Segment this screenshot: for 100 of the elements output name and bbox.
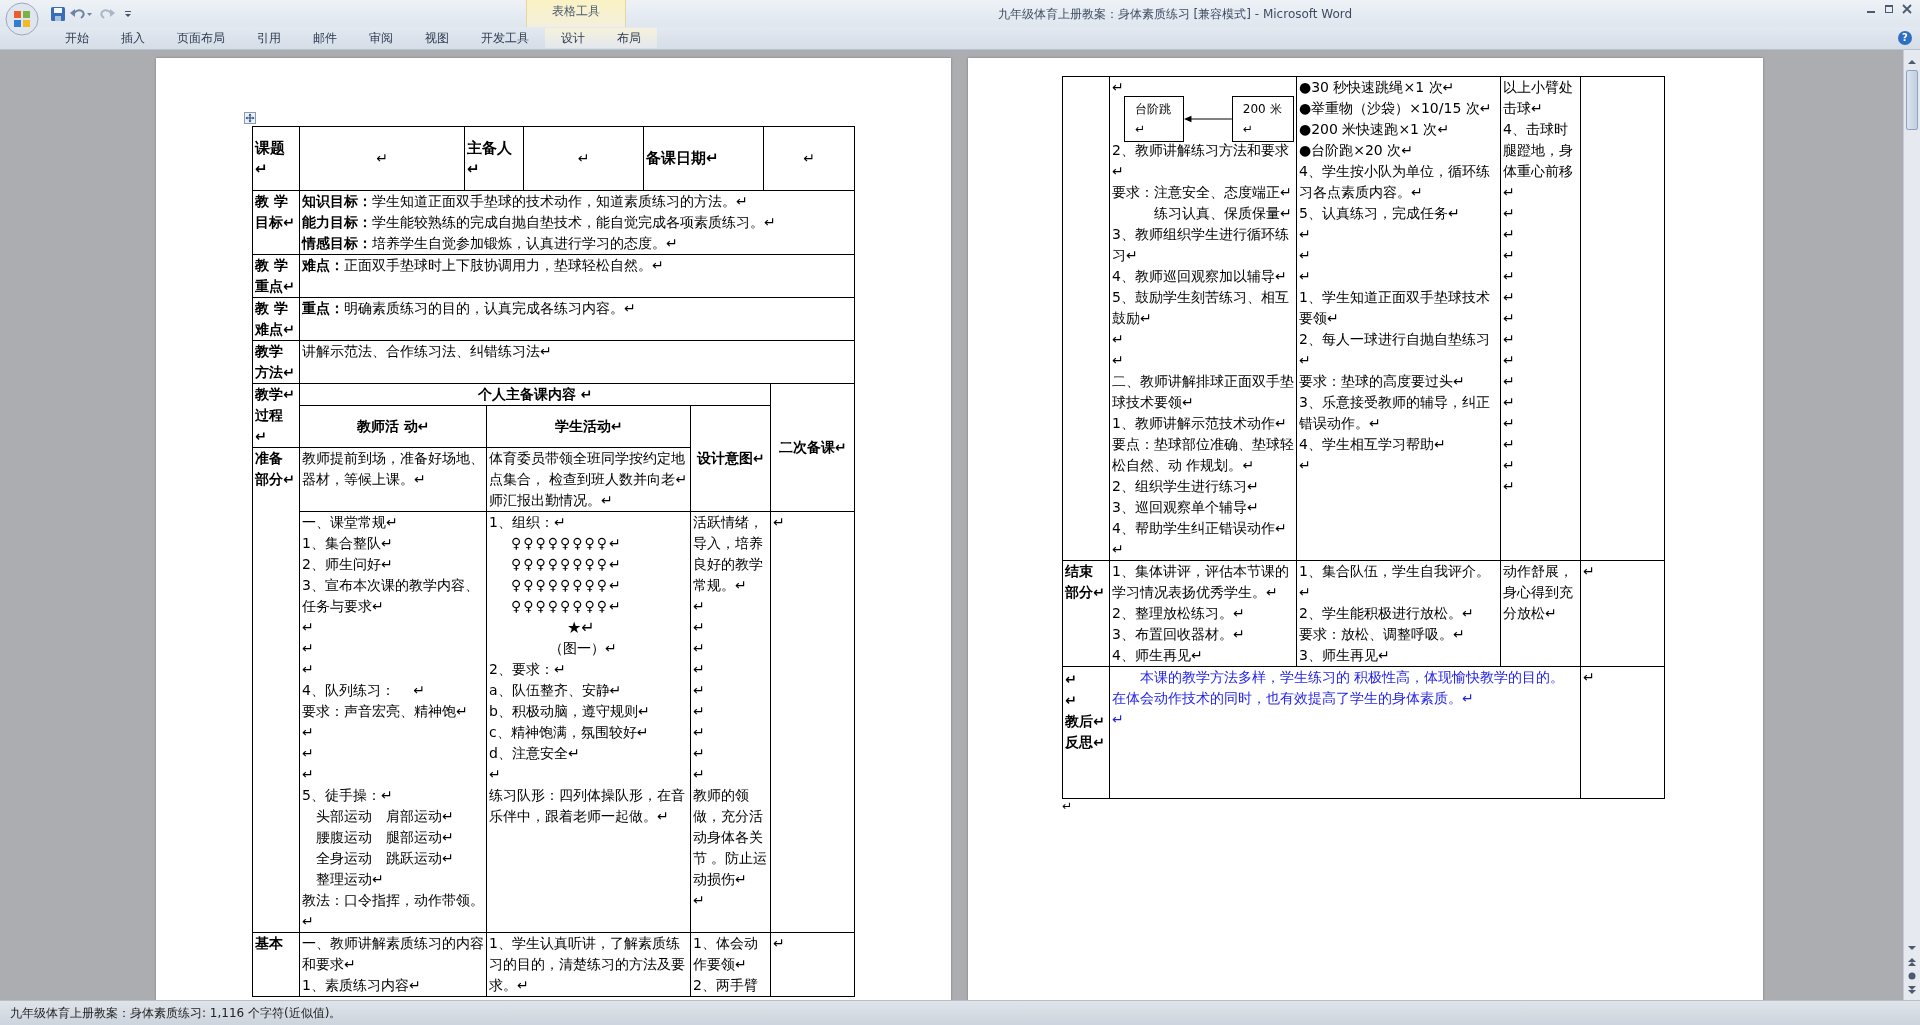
paragraph-mark: ↵ [302, 723, 315, 742]
paragraph-mark: ↵ [1503, 393, 1516, 412]
paragraph-mark: ↵ [773, 934, 786, 953]
close-icon[interactable] [1900, 3, 1914, 15]
window-title: 九年级体育上册教案：身体素质练习 [兼容模式] - Microsoft Word [996, 6, 1354, 23]
arrow-icon [1183, 114, 1232, 124]
paragraph-mark: ↵ [693, 723, 706, 742]
ribbon-tab[interactable]: 开发工具 [465, 28, 545, 48]
cell-text: 头部运动 肩部运动↵ [315, 807, 455, 826]
cell-text: 2、学生能积极进行放松。↵ [1299, 604, 1475, 623]
table-heading: 主备人↵ [467, 137, 513, 180]
cell-text: 要求：垫球的高度要过头↵ [1299, 372, 1466, 391]
paragraph-mark: ↵ [1299, 246, 1312, 265]
ribbon-tab[interactable]: 视图 [409, 28, 465, 48]
paragraph-mark: ↵ [1112, 351, 1125, 370]
cell-text: 教师提前到场，准备好场地、器材，等候上课。↵ [302, 449, 484, 489]
table-heading: 准备 [255, 449, 284, 468]
cell-text: 4、帮助学生纠正错误动作↵ [1112, 519, 1288, 538]
cell-text: 情感目标：培养学生自觉参加锻炼，认真进行学习的态度。↵ [302, 234, 679, 253]
cell-text: 体育委员带领全班同学按约定地点集合， 检查到班人数并向老↵ [489, 449, 688, 489]
scrollbar[interactable] [1903, 50, 1920, 1000]
cell-text: 4、学生相互学习帮助↵ [1299, 435, 1447, 454]
cell-text: 2、师生问好↵ [302, 555, 394, 574]
ribbon-tab[interactable]: 布局 [601, 28, 657, 48]
cell-text: 3、教师组织学生进行循环练习↵ [1112, 225, 1290, 265]
cell-text: 5、认真练习，完成任务↵ [1299, 204, 1461, 223]
table-heading: 部分↵ [255, 470, 296, 489]
paragraph-mark: ↵ [489, 765, 502, 784]
cell-text: 1、教师讲解示范技术动作↵ [1112, 414, 1288, 433]
cell-text: 一、课堂常规↵ [302, 513, 399, 532]
paragraph-mark: ↵ [255, 427, 268, 446]
maximize-icon[interactable] [1882, 3, 1896, 15]
cell-text: 1、集合队伍，学生自我评介。↵ [1299, 562, 1491, 602]
cell-text: 4、师生再见↵ [1112, 646, 1204, 665]
cell-text: d、注意安全↵ [489, 744, 581, 763]
table-heading: 教学↵ [255, 385, 296, 404]
contextual-tab-group: 表格工具 [526, 0, 626, 27]
cell-text: 4、教师巡回观察加以辅导↵ [1112, 267, 1288, 286]
cell-text: 师汇报出勤情况。↵ [489, 491, 614, 510]
paragraph-mark: ↵ [302, 618, 315, 637]
paragraph-mark: ↵ [1503, 351, 1516, 370]
cell-text: 2、组织学生进行练习↵ [1112, 477, 1260, 496]
cell-text: 整理运动↵ [315, 870, 385, 889]
paragraph-mark: ↵ [1503, 477, 1516, 496]
paragraph-mark: ↵ [693, 891, 706, 910]
cell-text: 4、队列练习： ↵ [302, 681, 427, 700]
table-heading: 目标↵ [255, 213, 296, 232]
paragraph-mark: ↵ [1503, 246, 1516, 265]
cell-text: 要点：垫球部位准确、垫球轻松自然、动 作规划。↵ [1112, 435, 1294, 475]
ribbon-tab[interactable]: 引用 [241, 28, 297, 48]
scroll-thumb[interactable] [1906, 70, 1918, 130]
cell-text: 以上小臂处击球↵ [1503, 78, 1574, 118]
paragraph-mark: ↵ [693, 660, 706, 679]
paragraph-mark: ↵ [1065, 691, 1078, 710]
cell-text: 5、徒手操：↵ [302, 786, 394, 805]
paragraph-mark: ↵ [1062, 799, 1074, 815]
cell-text: 2、要求：↵ [489, 660, 567, 679]
formation-row-text: ♀♀♀♀♀♀♀♀↵ [511, 555, 624, 574]
cell-text: 3、布置回收器材。↵ [1112, 625, 1246, 644]
cell-text: 3、巡回观察单个辅导↵ [1112, 498, 1260, 517]
cell-text: ●30 秒快速跳绳×1 次↵ [1299, 78, 1456, 97]
save-icon[interactable] [50, 5, 66, 22]
cell-text: 讲解示范法、合作练习法、纠错练习法↵ [302, 342, 553, 361]
paragraph-mark: ↵ [773, 513, 786, 532]
paragraph-mark: ↵ [1299, 225, 1312, 244]
table-heading: 重点↵ [255, 277, 296, 296]
cell-text: ●举重物（沙袋）×10/15 次↵ [1299, 99, 1493, 118]
table-heading: 基本 [255, 934, 284, 953]
move-handle-icon[interactable] [244, 112, 256, 124]
cell-text: 腰腹运动 腿部运动↵ [315, 828, 455, 847]
paragraph-mark: ↵ [1112, 710, 1125, 729]
paragraph-mark: ↵ [693, 597, 706, 616]
cell-text: 要求：注意安全、态度端正↵ [1112, 183, 1293, 202]
paragraph-mark: ↵ [302, 639, 315, 658]
ribbon-tab[interactable]: 邮件 [297, 28, 353, 48]
paragraph-mark: ↵ [375, 149, 389, 168]
status-text: 九年级体育上册教案：身体素质练习: 1,116 个字符(近似值)。 [10, 1004, 342, 1022]
paragraph-mark: ↵ [1112, 540, 1125, 559]
reflection-text: 本课的教学方法多样，学生练习的 积极性高，体现愉快教学的目的。在体会动作技术的同时，也有效提高了学生的身体素质。↵ [1112, 668, 1566, 708]
paragraph-mark: ↵ [1503, 267, 1516, 286]
ribbon-tab[interactable]: 页面布局 [161, 28, 241, 48]
table-heading: 结束 [1065, 562, 1094, 581]
ribbon-tab[interactable]: 插入 [105, 28, 161, 48]
help-button[interactable]: ? [1898, 31, 1912, 45]
paragraph-mark: ↵ [1503, 330, 1516, 349]
paragraph-mark: ↵ [1065, 670, 1078, 689]
formation-row-text: ♀♀♀♀♀♀♀♀↵ [511, 597, 624, 616]
table-heading: 教 学 [255, 299, 289, 318]
table-heading: 部分↵ [1065, 583, 1106, 602]
paragraph-mark: ↵ [1112, 330, 1125, 349]
cell-text: 4、学生按小队为单位，循环练习各点素质内容。↵ [1299, 162, 1491, 202]
table-heading: 教 学 [255, 192, 289, 211]
ribbon-tab[interactable]: 设计 [545, 28, 601, 48]
paragraph-mark: ↵ [802, 149, 816, 168]
cell-text: 要求：放松、调整呼吸。↵ [1299, 625, 1466, 644]
ribbon-tab[interactable]: 审阅 [353, 28, 409, 48]
formation-row-text: ♀♀♀♀♀♀♀♀↵ [511, 534, 624, 553]
ribbon-tab[interactable]: 开始 [49, 28, 105, 48]
paragraph-mark: ↵ [1503, 309, 1516, 328]
cell-text: ●台阶跑×20 次↵ [1299, 141, 1414, 160]
